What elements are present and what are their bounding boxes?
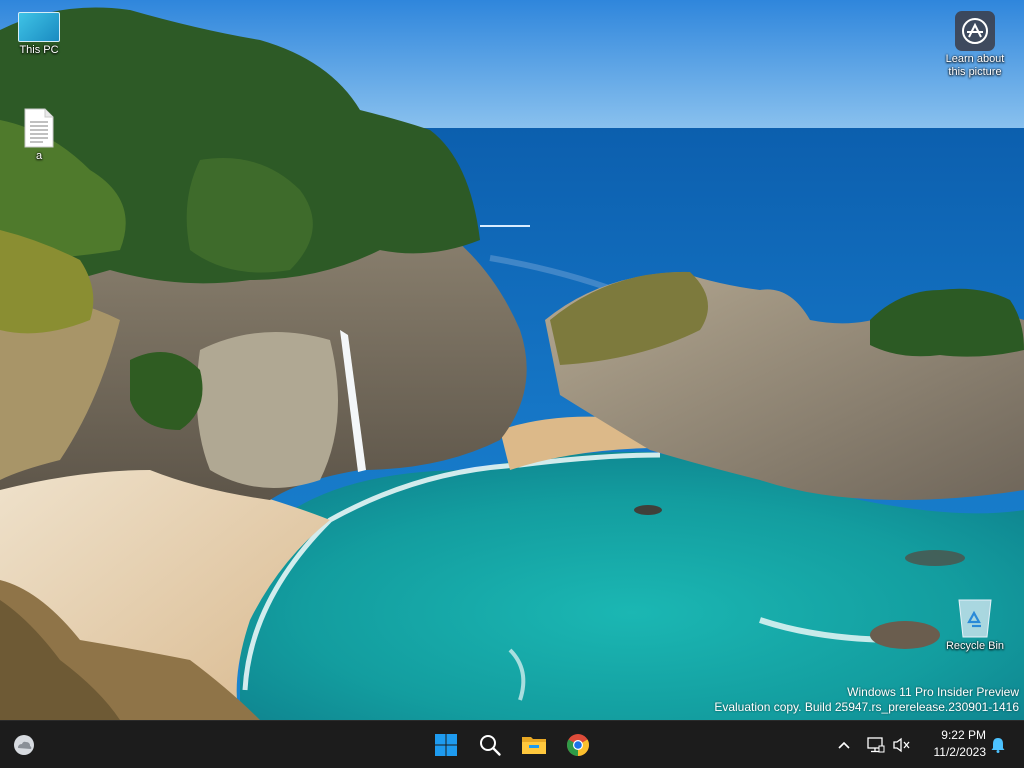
desktop-icon-label: Recycle Bin (945, 640, 1005, 652)
desktop-wallpaper (0, 0, 1024, 720)
desktop-icon-file-a[interactable]: a (1, 106, 77, 163)
notifications-button[interactable] (986, 733, 1010, 757)
clock-time: 9:22 PM (941, 728, 986, 742)
taskbar-clock[interactable]: 9:22 PM 11/2/2023 (918, 727, 987, 761)
volume-tray-button[interactable] (890, 733, 914, 757)
desktop-icon-this-pc[interactable]: This PC (1, 8, 77, 57)
start-button[interactable] (426, 725, 466, 765)
volume-muted-icon (893, 737, 910, 753)
taskbar: 9:22 PM 11/2/2023 (0, 720, 1024, 768)
desktop-icon-learn-about-picture[interactable]: Learn about this picture (936, 8, 1014, 79)
windows-watermark: Windows 11 Pro Insider Preview Evaluatio… (714, 685, 1019, 715)
clock-date: 11/2/2023 (933, 745, 987, 759)
watermark-edition: Windows 11 Pro Insider Preview (847, 685, 1019, 699)
chevron-up-icon (838, 741, 850, 749)
file-explorer-button[interactable] (514, 725, 554, 765)
this-pc-icon (18, 12, 60, 42)
desktop-icon-recycle-bin[interactable]: Recycle Bin (937, 594, 1013, 653)
text-file-icon (23, 108, 55, 148)
chrome-button[interactable] (558, 725, 598, 765)
watermark-build: Evaluation copy. Build 25947.rs_prerelea… (714, 700, 1019, 714)
bell-icon (991, 738, 1005, 753)
desktop-icon-label: Learn about this picture (945, 53, 1005, 78)
search-icon (480, 735, 501, 756)
camera-icon (955, 11, 995, 51)
search-button[interactable] (470, 725, 510, 765)
chrome-icon (567, 734, 589, 756)
recycle-bin-icon (955, 596, 995, 638)
show-hidden-icons-button[interactable] (832, 733, 856, 757)
network-icon (867, 737, 885, 753)
windows-start-icon (435, 734, 457, 756)
weather-widget-icon (14, 735, 34, 755)
desktop-icon-label: This PC (19, 44, 59, 56)
desktop-icon-label: a (35, 150, 43, 162)
folder-icon (522, 737, 546, 754)
widgets-button[interactable] (4, 725, 44, 765)
network-tray-button[interactable] (864, 733, 888, 757)
